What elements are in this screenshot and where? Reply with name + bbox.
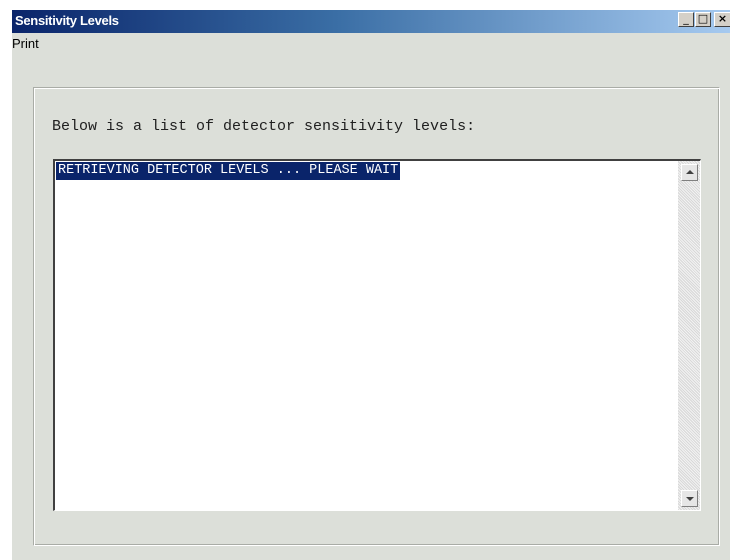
detector-levels-listbox[interactable]: RETRIEVING DETECTOR LEVELS ... PLEASE WA… xyxy=(53,159,701,511)
content-panel: Below is a list of detector sensitivity … xyxy=(33,87,720,546)
list-description-label: Below is a list of detector sensitivity … xyxy=(52,118,476,135)
minimize-button[interactable]: _ xyxy=(678,12,694,27)
arrow-down-icon xyxy=(686,497,694,501)
close-button[interactable]: × xyxy=(714,12,730,27)
menu-item-print[interactable]: Print xyxy=(12,36,39,51)
vertical-scrollbar[interactable] xyxy=(678,161,700,510)
scroll-down-button[interactable] xyxy=(681,490,698,507)
title-bar[interactable]: Sensitivity Levels _ □ × xyxy=(12,10,730,33)
window-title: Sensitivity Levels xyxy=(15,13,119,28)
list-item[interactable]: RETRIEVING DETECTOR LEVELS ... PLEASE WA… xyxy=(56,162,401,180)
arrow-up-icon xyxy=(686,170,694,174)
scroll-up-button[interactable] xyxy=(681,164,698,181)
maximize-button[interactable]: □ xyxy=(695,12,711,27)
sensitivity-levels-window: Sensitivity Levels _ □ × Print Below is … xyxy=(11,10,730,560)
menu-bar: Print xyxy=(12,33,730,53)
